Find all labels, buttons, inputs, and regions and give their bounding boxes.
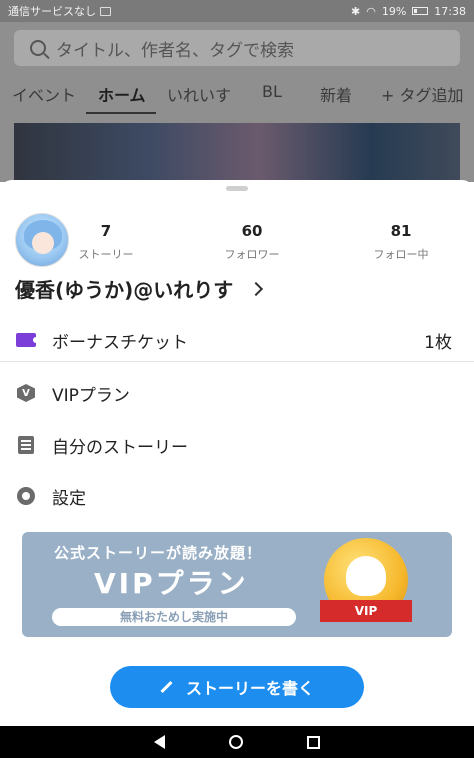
profile-name: 優香(ゆうか)@いれりす [15,278,234,302]
bluetooth-icon: ✱ [351,4,361,18]
background-app: タイトル、作者名、タグで検索 イベント ホーム いれいす BL 新着 + タグ追… [0,22,474,193]
search-placeholder: タイトル、作者名、タグで検索 [56,40,294,61]
ticket-icon [16,330,39,350]
profile-sheet: 7 ストーリー 60 フォロワー 81 フォロー中 優香(ゆうか)@いれりす ボ… [0,180,474,726]
my-stories-label: 自分のストーリー [52,437,188,458]
gear-icon [16,486,36,506]
active-tab-indicator [86,112,156,114]
stat-stories-value: 7 [100,222,112,240]
carrier-text: 通信サービスなし [8,5,96,18]
promo-tagline: 公式ストーリーが読み放題！ [54,544,263,562]
tab-ireisu[interactable]: いれいす [167,82,231,106]
settings-row[interactable]: 設定 [0,474,474,518]
stat-following-value: 81 [390,222,412,240]
vip-plan-label: VIPプラン [52,385,130,406]
write-story-label: ストーリーを書く [185,679,314,698]
recent-apps-icon[interactable] [307,735,320,749]
sheet-handle[interactable] [226,186,248,191]
stat-stories[interactable]: 7 ストーリー [51,222,161,262]
tab-bar: イベント ホーム いれいす BL 新着 + タグ追加 [0,78,474,116]
wifi-icon: ◠ [366,4,376,18]
vip-ribbon: VIP [320,600,412,622]
promo-title: VIPプラン [94,567,249,600]
status-bar: 通信サービスなし ✱ ◠ 19% 17:38 [0,0,474,22]
stat-followers-value: 60 [241,222,263,240]
back-icon[interactable] [154,735,165,749]
bonus-ticket-count: 1枚 [424,332,452,353]
battery-icon [412,7,429,15]
my-stories-row[interactable]: 自分のストーリー [0,423,474,467]
chevron-right-icon [249,281,264,296]
pencil-icon [160,681,172,693]
clock: 17:38 [434,4,466,18]
profile-name-link[interactable]: 優香(ゆうか)@いれりす [15,274,264,303]
bonus-ticket-row[interactable]: ボーナスチケット 1枚 [0,318,474,362]
stat-followers-label: フォロワー [224,248,280,261]
stat-following[interactable]: 81 フォロー中 [346,222,456,262]
divider [0,361,474,362]
tab-bl[interactable]: BL [262,82,282,101]
battery-percent: 19% [381,4,407,18]
system-nav-bar [0,726,474,758]
settings-label: 設定 [52,488,86,509]
tab-new[interactable]: 新着 [320,82,352,106]
stat-followers[interactable]: 60 フォロワー [197,222,307,262]
tab-add-tag[interactable]: + タグ追加 [381,82,464,106]
home-icon[interactable] [229,735,243,749]
stat-following-label: フォロー中 [373,248,429,261]
bonus-ticket-label: ボーナスチケット [52,332,188,353]
tab-event[interactable]: イベント [12,82,76,106]
document-icon [16,435,36,455]
promo-trial-pill: 無料おためし実施中 [52,608,296,626]
vip-plan-row[interactable]: V VIPプラン [0,371,474,415]
tab-home[interactable]: ホーム [98,82,146,106]
search-icon [30,40,46,56]
vip-promo-banner[interactable]: 公式ストーリーが読み放題！ VIPプラン 無料おためし実施中 VIP [22,532,452,637]
write-story-button[interactable]: ストーリーを書く [110,666,364,708]
vip-icon: V [16,383,36,403]
notification-icon [100,6,111,16]
search-bar[interactable]: タイトル、作者名、タグで検索 [14,30,460,66]
stat-stories-label: ストーリー [78,248,134,261]
